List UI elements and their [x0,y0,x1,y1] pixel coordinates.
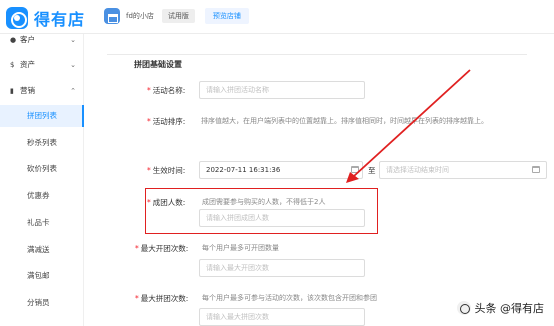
sidebar-item-distributors[interactable]: 分销员 [0,292,84,314]
sidebar-item-label: 营销 [20,86,35,95]
chevron-up-icon: ⌃ [70,86,76,95]
label-text: 生效时间: [152,166,186,175]
sidebar: ● 客户 ⌄ $ 资产 ⌄ ▮ 营销 ⌃ 拼团列表 秒杀列表 砍价列表 优惠券 … [0,34,84,326]
calendar-icon[interactable] [532,166,540,173]
watermark: 头条 @得有店 [456,300,545,316]
activity-sort-label: * 活动排序: [147,116,185,127]
required-mark: * [147,166,151,175]
calendar-icon[interactable] [351,166,359,173]
chevron-down-icon: ⌄ [70,35,76,44]
sidebar-item-bargain-list[interactable]: 砍价列表 [0,158,84,180]
sidebar-item-label: 客户 [20,35,35,44]
max-join-input[interactable]: 请输入最大拼团次数 [199,308,365,326]
start-time-input[interactable]: 2022-07-11 16:31:36 [199,161,363,179]
section-divider [107,54,527,55]
chart-icon: ▮ [10,86,14,95]
sidebar-item-full-reduction[interactable]: 满减送 [0,239,84,261]
max-join-hint: 每个用户最多可参与活动的次数，该次数包含开团和参团 [202,294,377,302]
sidebar-item-label: 资产 [20,60,35,69]
logo-text: 得有店 [34,10,86,29]
required-mark: * [135,244,139,253]
annotation-highlight-box [145,188,378,234]
main-content: 拼团基础设置 * 活动名称: 请输入拼团活动名称 * 活动排序: 排序值越大，在用户… [85,34,554,326]
required-mark: * [135,294,139,303]
preview-shop-button[interactable]: 预览店铺 [204,8,249,24]
sidebar-item-gift-card[interactable]: 礼品卡 [0,212,84,234]
label-text: 最大开团次数: [140,244,189,253]
time-range-separator: 至 [368,166,376,175]
sidebar-item-customers[interactable]: ● 客户 ⌄ [10,34,76,45]
sidebar-item-coupons[interactable]: 优惠券 [0,185,84,207]
label-text: 活动名称: [152,86,186,95]
activity-name-label: * 活动名称: [147,85,185,96]
label-text: 活动排序: [152,117,186,126]
chevron-down-icon: ⌄ [70,60,76,69]
toutiao-logo-icon [456,301,471,315]
watermark-text: 头条 @得有店 [474,302,545,315]
dollar-icon: $ [10,60,15,69]
top-header: 得有店 fd的小店 试用版 预览店铺 [0,0,554,34]
max-open-input[interactable]: 请输入最大开团次数 [199,259,365,277]
activity-name-input[interactable]: 请输入拼团活动名称 [199,81,365,99]
sidebar-item-assets[interactable]: $ 资产 ⌄ [10,59,76,70]
shop-avatar-icon[interactable] [104,8,120,24]
max-open-label: * 最大开团次数: [135,243,188,254]
sidebar-item-group-buy-list[interactable]: 拼团列表 [0,105,84,127]
shop-name[interactable]: fd的小店 [126,11,154,21]
app-logo[interactable]: 得有店 [6,6,85,30]
end-time-input[interactable]: 请选择活动结束时间 [379,161,547,179]
sidebar-item-flash-sale-list[interactable]: 秒杀列表 [0,132,84,154]
logo-icon [6,7,28,29]
users-icon: ● [10,35,17,44]
activity-sort-hint: 排序值越大，在用户端列表中的位置越靠上。排序值相同时，时间越早在列表的排序越靠上… [201,117,488,125]
section-title: 拼团基础设置 [134,60,182,69]
max-open-hint: 每个用户最多可开团数量 [202,244,279,252]
sidebar-item-free-shipping[interactable]: 满包邮 [0,265,84,287]
required-mark: * [147,86,151,95]
shop-switcher: fd的小店 试用版 预览店铺 [104,8,249,24]
required-mark: * [147,117,151,126]
sidebar-item-marketing[interactable]: ▮ 营销 ⌃ [10,85,76,96]
label-text: 最大拼团次数: [140,294,189,303]
effective-time-label: * 生效时间: [147,165,185,176]
trial-badge: 试用版 [161,9,195,23]
max-join-label: * 最大拼团次数: [135,293,188,304]
